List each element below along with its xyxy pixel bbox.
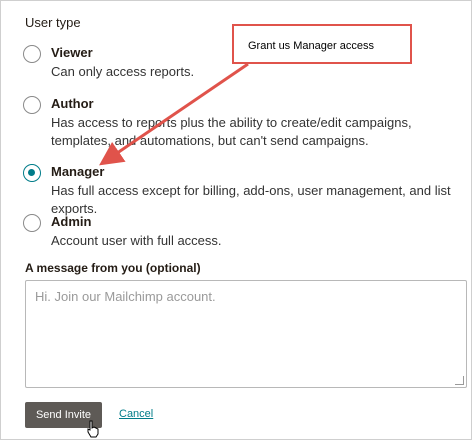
admin-title: Admin bbox=[51, 214, 92, 229]
viewer-description: Can only access reports. bbox=[51, 64, 195, 79]
viewer-title: Viewer bbox=[51, 45, 93, 60]
author-description: Has access to reports plus the ability t… bbox=[51, 115, 412, 148]
author-radio[interactable] bbox=[23, 96, 41, 114]
message-label: A message from you (optional) bbox=[25, 261, 201, 275]
message-placeholder: Hi. Join our Mailchimp account. bbox=[35, 289, 216, 304]
manager-radio[interactable] bbox=[23, 164, 41, 182]
viewer-radio[interactable] bbox=[23, 45, 41, 63]
resize-handle-icon[interactable] bbox=[455, 376, 464, 385]
admin-radio[interactable] bbox=[23, 214, 41, 232]
author-title: Author bbox=[51, 96, 94, 111]
admin-description: Account user with full access. bbox=[51, 233, 222, 248]
manager-title: Manager bbox=[51, 164, 105, 179]
user-type-label: User type bbox=[25, 15, 81, 30]
annotation-callout: Grant us Manager access bbox=[232, 24, 412, 64]
annotation-text: Grant us Manager access bbox=[248, 40, 374, 52]
hand-cursor-icon bbox=[87, 420, 99, 438]
message-textarea[interactable]: Hi. Join our Mailchimp account. bbox=[25, 280, 467, 388]
manager-description: Has full access except for billing, add-… bbox=[51, 183, 451, 216]
invite-user-panel: User type Viewer Can only access reports… bbox=[0, 0, 472, 440]
cancel-link[interactable]: Cancel bbox=[119, 408, 153, 420]
